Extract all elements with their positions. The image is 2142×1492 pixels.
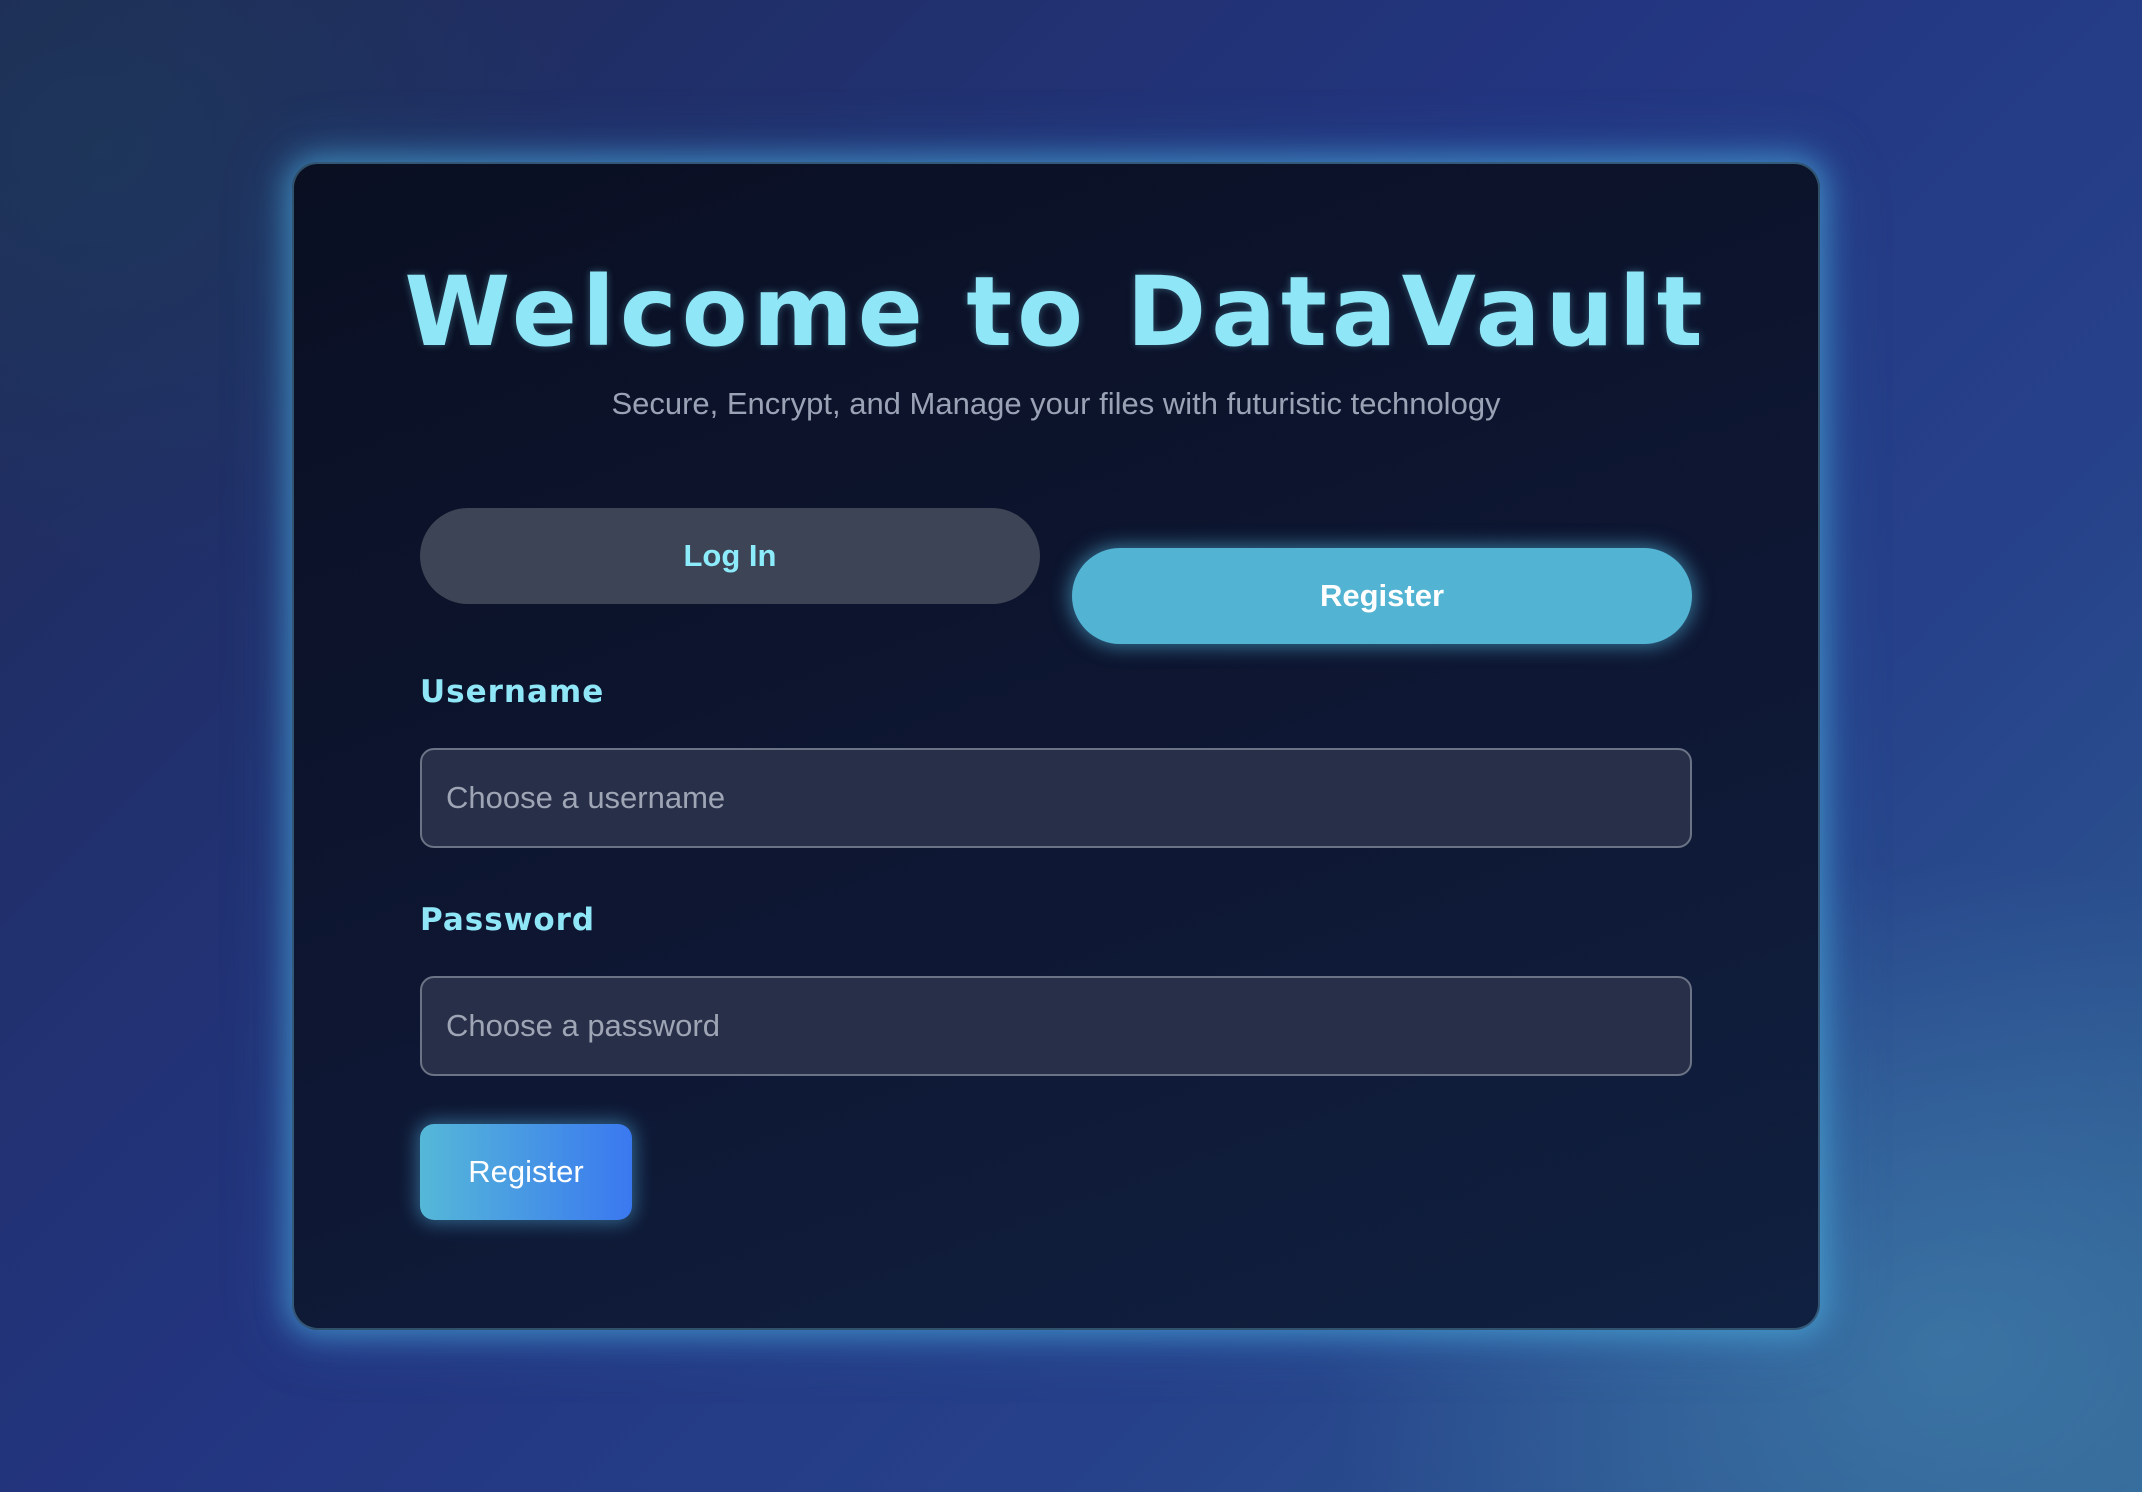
username-label: Username xyxy=(420,674,605,710)
page-subtitle: Secure, Encrypt, and Manage your files w… xyxy=(611,386,1501,421)
page-title: Welcome to DataVault xyxy=(404,256,1708,368)
password-label: Password xyxy=(420,902,596,938)
auth-card: Welcome to DataVault Secure, Encrypt, an… xyxy=(292,162,1820,1330)
password-input[interactable] xyxy=(420,976,1692,1076)
register-submit-button[interactable]: Register xyxy=(420,1124,632,1220)
tab-register[interactable]: Register xyxy=(1072,548,1692,644)
username-input[interactable] xyxy=(420,748,1692,848)
tab-login[interactable]: Log In xyxy=(420,508,1040,604)
